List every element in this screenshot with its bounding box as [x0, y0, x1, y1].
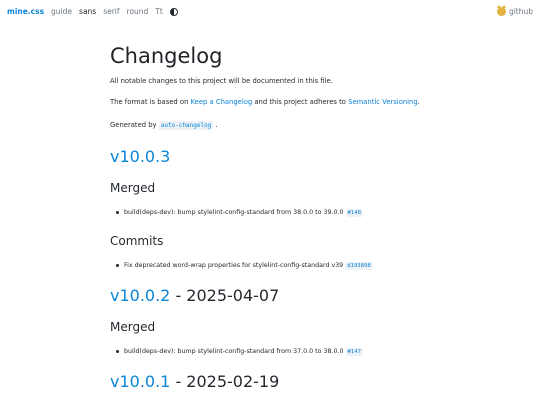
list-item: build(deps-dev): bump stylelint-config-s…: [116, 208, 363, 218]
auto-changelog-code: auto-changelog: [158, 121, 214, 130]
github-cat-icon: [496, 5, 506, 16]
brand-link[interactable]: mine.css: [7, 7, 44, 16]
format-text: The format is based on Keep a Changelog …: [110, 98, 420, 106]
merged-heading: Merged: [110, 320, 156, 334]
commits-heading: Commits: [110, 234, 164, 248]
pr-link[interactable]: #148: [345, 209, 363, 217]
release-heading-v10-0-2: v10.0.2 - 2025-04-07: [110, 286, 280, 305]
github-link[interactable]: github: [509, 7, 533, 16]
intro-text: All notable changes to this project will…: [110, 77, 333, 85]
bullet-icon: [116, 210, 119, 214]
merged-heading: Merged: [110, 181, 156, 195]
nav-left: mine.css guide sans serif round Tt: [7, 7, 178, 16]
version-link-v10-0-2[interactable]: v10.0.2: [110, 286, 170, 305]
generated-text: Generated by auto-changelog .: [110, 121, 218, 130]
release-heading-v10-0-3: v10.0.3: [110, 147, 170, 166]
version-link-v10-0-1[interactable]: v10.0.1: [110, 372, 170, 391]
nav-serif[interactable]: serif: [103, 7, 119, 16]
version-link-v10-0-3[interactable]: v10.0.3: [110, 147, 170, 166]
bullet-icon: [116, 263, 119, 267]
contrast-toggle-icon[interactable]: [169, 7, 178, 16]
nav-round[interactable]: round: [127, 7, 149, 16]
page-title: Changelog: [110, 44, 223, 68]
commit-link[interactable]: d193898: [345, 262, 373, 270]
nav-guide[interactable]: guide: [51, 7, 72, 16]
nav-font-size[interactable]: Tt: [155, 7, 163, 16]
keep-a-changelog-link[interactable]: Keep a Changelog: [191, 98, 253, 106]
nav-right[interactable]: github: [496, 5, 533, 16]
pr-link[interactable]: #147: [345, 348, 363, 356]
list-item: build(deps-dev): bump stylelint-config-s…: [116, 347, 363, 357]
semantic-versioning-link[interactable]: Semantic Versioning: [348, 98, 418, 106]
release-heading-v10-0-1: v10.0.1 - 2025-02-19: [110, 372, 280, 391]
bullet-icon: [116, 349, 119, 353]
list-item: Fix deprecated word-wrap properties for …: [116, 261, 373, 271]
top-nav: mine.css guide sans serif round Tt githu…: [7, 5, 533, 21]
nav-sans[interactable]: sans: [79, 7, 96, 16]
